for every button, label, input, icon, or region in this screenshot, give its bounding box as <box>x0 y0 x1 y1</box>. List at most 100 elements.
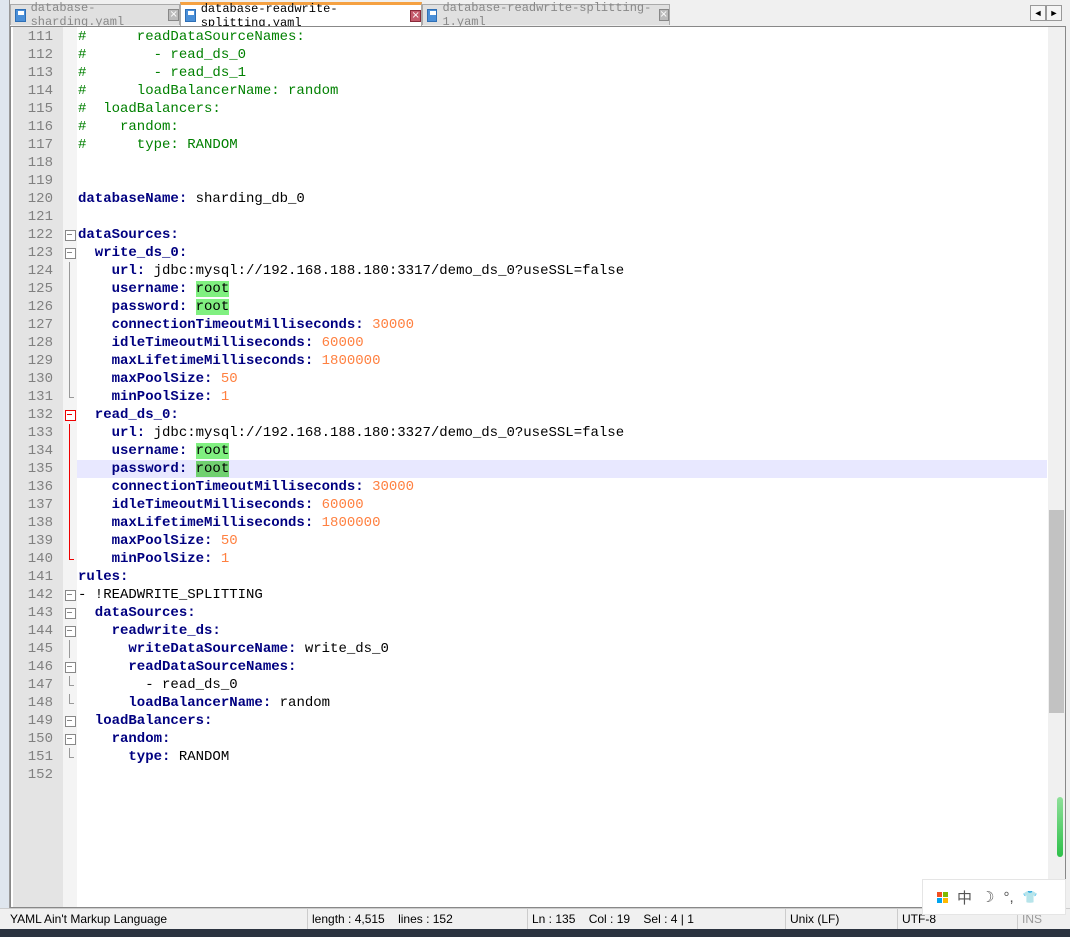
code-line[interactable]: 130 maxPoolSize: 50 <box>11 370 1047 388</box>
scrollbar-thumb[interactable] <box>1049 510 1064 713</box>
code-line[interactable]: 141 rules: <box>11 568 1047 586</box>
code-line[interactable]: 114 # loadBalancerName: random <box>11 82 1047 100</box>
fold-toggle-icon[interactable] <box>64 622 76 640</box>
line-number: 133 <box>27 425 53 441</box>
code-line[interactable]: 128 idleTimeoutMilliseconds: 60000 <box>11 334 1047 352</box>
code-line[interactable]: 127 connectionTimeoutMilliseconds: 30000 <box>11 316 1047 334</box>
line-text <box>77 172 1047 190</box>
code-line[interactable]: 132 read_ds_0: <box>11 406 1047 424</box>
tab-database-readwrite-splitting-1[interactable]: database-readwrite-splitting-1.yaml × <box>422 1 670 29</box>
code-line[interactable]: 115 # loadBalancers: <box>11 100 1047 118</box>
yaml-key: connectionTimeoutMilliseconds: <box>78 317 364 333</box>
code-line[interactable]: 133 url: jdbc:mysql://192.168.188.180:33… <box>11 424 1047 442</box>
tab-database-readwrite-splitting[interactable]: database-readwrite-splitting.yaml × <box>180 2 422 30</box>
status-lines: lines : 152 <box>398 912 453 926</box>
code-line[interactable]: 113 # - read_ds_1 <box>11 64 1047 82</box>
fold-toggle-icon[interactable] <box>64 658 76 676</box>
tab-scroll-right-button[interactable]: ► <box>1046 5 1062 21</box>
code-line[interactable]: 134 username: root <box>11 442 1047 460</box>
code-line[interactable]: 112 # - read_ds_0 <box>11 46 1047 64</box>
code-line[interactable]: 146 readDataSourceNames: <box>11 658 1047 676</box>
yaml-value <box>313 515 321 531</box>
skin-icon[interactable]: 👕 <box>1023 890 1038 904</box>
code-line[interactable]: 117 # type: RANDOM <box>11 136 1047 154</box>
fold-guide <box>64 478 76 496</box>
code-line[interactable]: 151 type: RANDOM <box>11 748 1047 766</box>
code-line[interactable]: 118 <box>11 154 1047 172</box>
code-line[interactable]: 147 - read_ds_0 <box>11 676 1047 694</box>
yaml-value: RANDOM <box>170 749 230 765</box>
status-sel: Sel : 4 | 1 <box>643 912 694 926</box>
code-line[interactable]: 142 - !READWRITE_SPLITTING <box>11 586 1047 604</box>
code-line[interactable]: 150 random: <box>11 730 1047 748</box>
fold-toggle-icon[interactable] <box>64 604 76 622</box>
line-text: # loadBalancers: <box>77 100 1047 118</box>
code-line[interactable]: 137 idleTimeoutMilliseconds: 60000 <box>11 496 1047 514</box>
fold-toggle-icon[interactable] <box>64 244 76 262</box>
code-line[interactable]: 124 url: jdbc:mysql://192.168.188.180:33… <box>11 262 1047 280</box>
line-text: loadBalancerName: random <box>77 694 1047 712</box>
code-line[interactable]: 140 minPoolSize: 1 <box>11 550 1047 568</box>
window-left-edge <box>0 0 10 910</box>
yaml-key: minPoolSize: <box>78 389 213 405</box>
yaml-key: databaseName: <box>78 191 188 207</box>
code-line[interactable]: 138 maxLifetimeMilliseconds: 1800000 <box>11 514 1047 532</box>
moon-icon[interactable]: ☽ <box>981 888 994 906</box>
yaml-value <box>212 533 220 549</box>
code-line[interactable]: 125 username: root <box>11 280 1047 298</box>
close-tab-icon[interactable]: × <box>168 9 179 21</box>
line-number: 130 <box>27 371 53 387</box>
ime-toolbar[interactable]: 中 ☽ °, 👕 <box>922 879 1066 915</box>
yaml-key: maxLifetimeMilliseconds: <box>78 353 314 369</box>
code-editor[interactable]: 111 # readDataSourceNames: 112 # - read_ds_… <box>10 26 1066 908</box>
close-tab-icon[interactable]: × <box>658 9 669 21</box>
yaml-value: - read_ds_0 <box>78 677 238 693</box>
code-line[interactable]: 129 maxLifetimeMilliseconds: 1800000 <box>11 352 1047 370</box>
fold-toggle-icon[interactable] <box>64 586 76 604</box>
fold-toggle-icon[interactable] <box>64 730 76 748</box>
fold-toggle-icon[interactable] <box>64 712 76 730</box>
tab-database-sharding[interactable]: database-sharding.yaml × <box>10 1 180 29</box>
line-number: 122 <box>27 227 53 243</box>
close-tab-icon[interactable]: × <box>410 9 421 22</box>
code-line[interactable]: 120 databaseName: sharding_db_0 <box>11 190 1047 208</box>
code-line[interactable]: 148 loadBalancerName: random <box>11 694 1047 712</box>
line-number: 119 <box>27 173 53 189</box>
punctuation-icon[interactable]: °, <box>1003 889 1013 906</box>
line-text: maxLifetimeMilliseconds: 1800000 <box>77 352 1047 370</box>
tab-scroll-left-button[interactable]: ◄ <box>1030 5 1046 21</box>
yaml-value <box>187 299 195 315</box>
code-line[interactable]: 126 password: root <box>11 298 1047 316</box>
code-line[interactable]: 135 password: root <box>11 460 1047 478</box>
code-line[interactable]: 136 connectionTimeoutMilliseconds: 30000 <box>11 478 1047 496</box>
code-line[interactable]: 139 maxPoolSize: 50 <box>11 532 1047 550</box>
code-line[interactable]: 111 # readDataSourceNames: <box>11 28 1047 46</box>
vertical-scrollbar[interactable] <box>1048 27 1065 907</box>
yaml-key: maxPoolSize: <box>78 371 213 387</box>
code-line[interactable]: 123 write_ds_0: <box>11 244 1047 262</box>
code-line[interactable]: 143 dataSources: <box>11 604 1047 622</box>
line-number: 111 <box>27 29 53 45</box>
code-lines[interactable]: 111 # readDataSourceNames: 112 # - read_ds_… <box>11 28 1047 784</box>
yaml-number: 30000 <box>372 317 415 333</box>
line-number: 120 <box>27 191 53 207</box>
code-line[interactable]: 119 <box>11 172 1047 190</box>
yaml-key: username: <box>78 443 188 459</box>
fold-toggle-icon[interactable] <box>64 406 76 424</box>
code-line[interactable]: 152 <box>11 766 1047 784</box>
code-line[interactable]: 144 readwrite_ds: <box>11 622 1047 640</box>
code-line[interactable]: 131 minPoolSize: 1 <box>11 388 1047 406</box>
yaml-key: username: <box>78 281 188 297</box>
fold-toggle-icon[interactable] <box>64 226 76 244</box>
code-line[interactable]: 145 writeDataSourceName: write_ds_0 <box>11 640 1047 658</box>
line-text: rules: <box>77 568 1047 586</box>
ime-language-toggle[interactable]: 中 <box>957 887 972 908</box>
code-line[interactable]: 121 <box>11 208 1047 226</box>
line-number: 123 <box>27 245 53 261</box>
yaml-key: maxLifetimeMilliseconds: <box>78 515 314 531</box>
line-text: username: root <box>77 280 1047 298</box>
code-line[interactable]: 122 dataSources: <box>11 226 1047 244</box>
code-line[interactable]: 116 # random: <box>11 118 1047 136</box>
code-line[interactable]: 149 loadBalancers: <box>11 712 1047 730</box>
line-text: write_ds_0: <box>77 244 1047 262</box>
